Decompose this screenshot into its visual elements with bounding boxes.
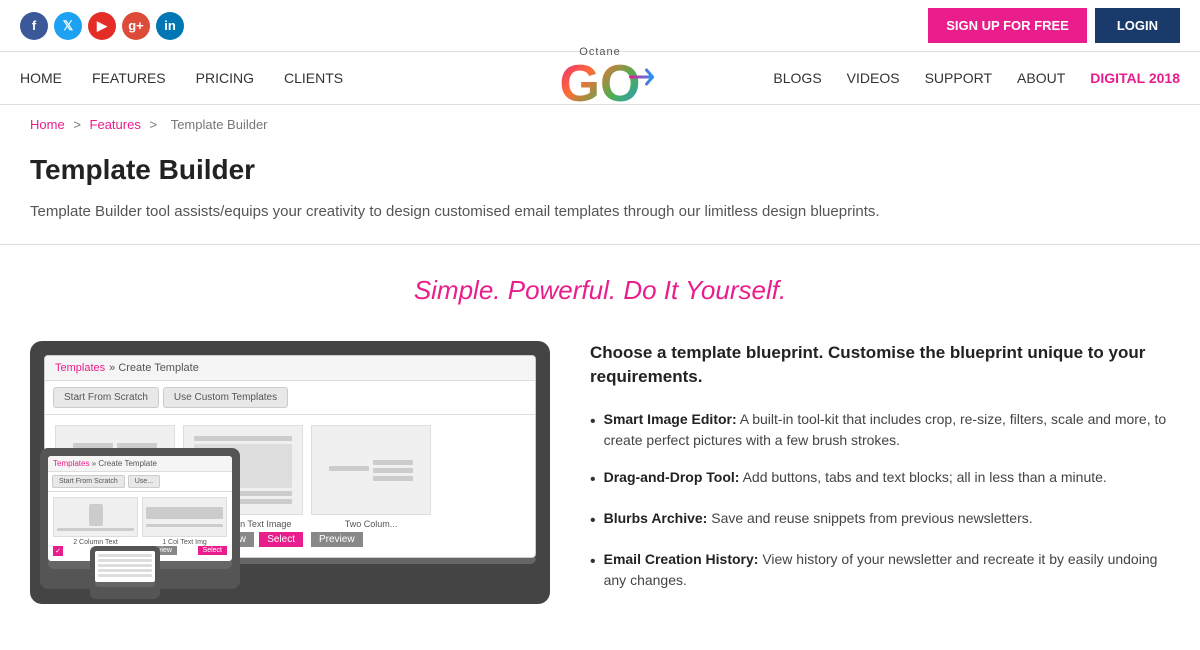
screen-tab-scratch[interactable]: Start From Scratch xyxy=(53,387,159,408)
feature-name-2: Drag-and-Drop Tool: xyxy=(604,469,740,485)
linkedin-icon[interactable]: in xyxy=(156,12,184,40)
page-description: Template Builder tool assists/equips you… xyxy=(30,200,930,224)
tagline: Simple. Powerful. Do It Yourself. xyxy=(30,275,1170,306)
feature-item-2: • Drag-and-Drop Tool: Add buttons, tabs … xyxy=(590,467,1170,492)
phone-overlay xyxy=(90,546,160,599)
template-thumb-3 xyxy=(311,425,431,515)
phone-line-3 xyxy=(98,564,152,567)
bullet-3: • xyxy=(590,509,596,533)
login-button[interactable]: LOGIN xyxy=(1095,8,1180,43)
bullet-2: • xyxy=(590,468,596,492)
tablet-tab-custom[interactable]: Use... xyxy=(128,475,160,488)
facebook-icon[interactable]: f xyxy=(20,12,48,40)
signup-button[interactable]: SIGN UP FOR FREE xyxy=(928,8,1087,43)
phone-line-5 xyxy=(98,574,152,577)
feature-text-2: Drag-and-Drop Tool: Add buttons, tabs an… xyxy=(604,467,1107,488)
twitter-icon[interactable]: 𝕏 xyxy=(54,12,82,40)
feature-text-3: Blurbs Archive: Save and reuse snippets … xyxy=(604,508,1033,529)
logo[interactable]: Octane GO xyxy=(560,40,641,116)
phone-line-4 xyxy=(98,569,152,572)
youtube-icon[interactable]: ▶ xyxy=(88,12,116,40)
nav-pricing[interactable]: PRICING xyxy=(196,52,254,104)
breadcrumb-current: Template Builder xyxy=(171,117,268,132)
feature-name-4: Email Creation History: xyxy=(604,551,759,567)
feature-desc-2: Add buttons, tabs and text blocks; all i… xyxy=(743,469,1107,485)
screenshot-container: Templates » Create Template Start From S… xyxy=(30,341,550,604)
template-select-btn-2[interactable]: Select xyxy=(259,532,303,547)
template-select-row-3: Preview xyxy=(311,532,431,547)
content-row: Templates » Create Template Start From S… xyxy=(30,341,1170,604)
tablet-header: Templates » Create Template xyxy=(48,456,232,472)
feature-desc-3: Save and reuse snippets from previous ne… xyxy=(711,510,1032,526)
tablet-line-2 xyxy=(146,524,223,527)
nav-blogs[interactable]: BLOGS xyxy=(773,52,821,104)
template-item-3: Two Colum... Preview xyxy=(311,425,431,547)
top-buttons: SIGN UP FOR FREE LOGIN xyxy=(928,8,1180,43)
tablet-tab-scratch[interactable]: Start From Scratch xyxy=(52,475,125,488)
screen-tab-custom[interactable]: Use Custom Templates xyxy=(163,387,288,408)
bullet-1: • xyxy=(590,410,596,434)
tablet-thumb-2 xyxy=(142,497,227,537)
feature-name-1: Smart Image Editor: xyxy=(604,411,737,427)
breadcrumb-home[interactable]: Home xyxy=(30,117,65,132)
screen-header: Templates » Create Template xyxy=(45,356,535,381)
nav-videos[interactable]: VIDEOS xyxy=(847,52,900,104)
template-label-3: Two Colum... xyxy=(311,519,431,529)
social-icons: f 𝕏 ▶ g+ in xyxy=(20,12,184,40)
nav-support[interactable]: SUPPORT xyxy=(925,52,992,104)
nav-home[interactable]: HOME xyxy=(20,52,62,104)
nav-about[interactable]: ABOUT xyxy=(1017,52,1065,104)
bullet-4: • xyxy=(590,550,596,574)
page-title-section: Template Builder Template Builder tool a… xyxy=(0,144,1200,245)
nav-features[interactable]: FEATURES xyxy=(92,52,166,104)
tablet-label-1: 2 Column Text xyxy=(53,539,138,546)
tablet-select-btn-2[interactable]: Select xyxy=(198,546,227,555)
breadcrumb-sep2: > xyxy=(149,117,160,132)
phone-line-2 xyxy=(98,559,152,562)
nav-left: HOME FEATURES PRICING CLIENTS xyxy=(20,52,600,104)
feature-text-4: Email Creation History: View history of … xyxy=(604,549,1170,591)
tablet-phone-icon xyxy=(89,504,103,526)
phone-line-1 xyxy=(98,554,152,557)
tablet-check-1: ✓ xyxy=(53,546,63,556)
page-title: Template Builder xyxy=(30,154,1170,186)
tablet-label-2: 1 Col Text Img xyxy=(142,539,227,546)
tablet-thumb-1 xyxy=(53,497,138,537)
logo-arrow-icon xyxy=(628,64,662,90)
feature-list: • Smart Image Editor: A built-in tool-ki… xyxy=(590,409,1170,591)
main-content: Simple. Powerful. Do It Yourself. Templa… xyxy=(0,245,1200,624)
feature-text-1: Smart Image Editor: A built-in tool-kit … xyxy=(604,409,1170,451)
feature-item-3: • Blurbs Archive: Save and reuse snippet… xyxy=(590,508,1170,533)
tablet-tabs: Start From Scratch Use... xyxy=(48,472,232,492)
feature-item-4: • Email Creation History: View history o… xyxy=(590,549,1170,591)
nav-clients[interactable]: CLIENTS xyxy=(284,52,343,104)
tablet-line-1 xyxy=(57,528,134,531)
screen-outer: Templates » Create Template Start From S… xyxy=(30,341,550,604)
nav-digital2018[interactable]: DIGITAL 2018 xyxy=(1090,52,1180,104)
breadcrumb-sep1: > xyxy=(73,117,84,132)
feature-item-1: • Smart Image Editor: A built-in tool-ki… xyxy=(590,409,1170,451)
feature-name-3: Blurbs Archive: xyxy=(604,510,708,526)
template-preview-btn-3[interactable]: Preview xyxy=(311,532,363,547)
right-content: Choose a template blueprint. Customise t… xyxy=(590,341,1170,591)
screen-tabs: Start From Scratch Use Custom Templates xyxy=(45,381,535,415)
nav-right: BLOGS VIDEOS SUPPORT ABOUT DIGITAL 2018 xyxy=(600,52,1180,104)
phone-bottom-bar xyxy=(95,582,155,587)
breadcrumb-features[interactable]: Features xyxy=(90,117,141,132)
content-heading: Choose a template blueprint. Customise t… xyxy=(590,341,1170,389)
phone-screen xyxy=(95,551,155,582)
navigation: HOME FEATURES PRICING CLIENTS Octane GO … xyxy=(0,51,1200,105)
googleplus-icon[interactable]: g+ xyxy=(122,12,150,40)
